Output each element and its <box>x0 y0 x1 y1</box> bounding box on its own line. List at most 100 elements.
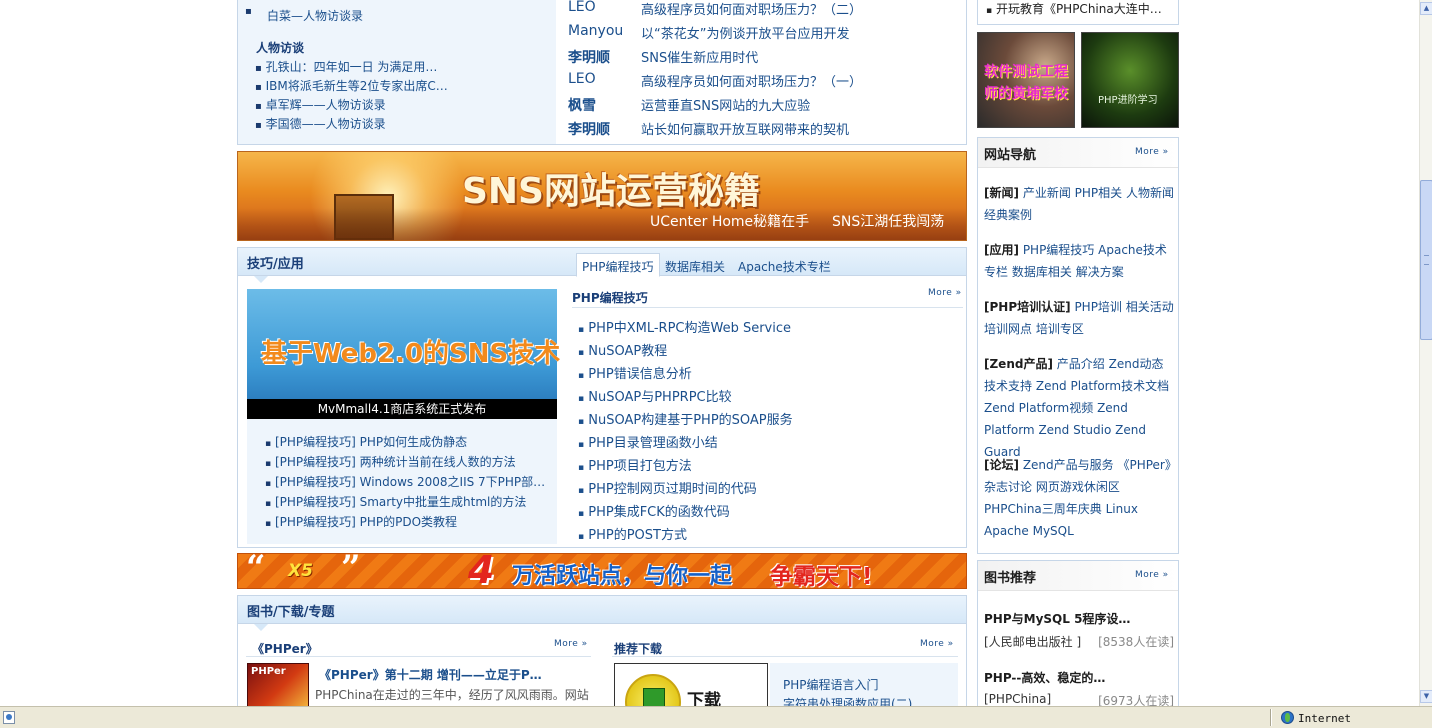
status-divider <box>1270 709 1272 726</box>
banner-sub2: SNS江湖任我闯荡 <box>832 214 945 230</box>
author-articles-box: LEO 高级程序员如何面对职场压力？（二） Manyou 以“茶花女”为例谈开放平台… <box>556 0 967 145</box>
nav-link[interactable]: Zend Studio <box>1038 423 1111 437</box>
tips-header: 技巧/应用 PHP编程技巧 数据库相关 Apache技术专栏 <box>238 248 966 283</box>
tips-left-item[interactable]: ▪ [PHP编程技巧] Windows 2008之IIS 7下PHP部… <box>265 473 545 490</box>
nav-link[interactable]: Apache <box>984 524 1029 538</box>
tips-left-item[interactable]: ▪ [PHP编程技巧] 两种统计当前在线人数的方法 <box>265 453 516 470</box>
book-title: PHP与MySQL 5程序设… <box>984 612 1131 626</box>
feature-image[interactable]: 基于Web2.0的SNS技术 <box>247 289 560 399</box>
book-publisher: [人民邮电出版社 ] <box>984 635 1082 649</box>
nav-link[interactable]: 产业新闻 <box>1023 186 1071 200</box>
tips-right-item[interactable]: ▪ PHP错误信息分析 <box>578 363 692 382</box>
tips-right-item[interactable]: ▪ PHP目录管理函数小结 <box>578 432 718 451</box>
interview-heading: 人物访谈 <box>256 41 305 55</box>
sidebar-top-item[interactable]: ▪ 开玩教育《PHPChina大连中… <box>986 0 1162 17</box>
book-recommend-header: 图书推荐 More » <box>978 561 1178 591</box>
phper-cover[interactable]: PHPer <box>247 663 309 706</box>
banner-title: SNS网站运营秘籍 <box>462 171 760 212</box>
tips-right-item[interactable]: ▪ NuSOAP教程 <box>578 340 667 359</box>
nav-link[interactable]: Zend Platform视频 <box>984 401 1093 415</box>
book-recommend-title: 图书推荐 <box>984 571 1037 586</box>
sidebar-ad-image-1[interactable]: 软件测试工程师的黄埔军校 <box>977 32 1075 128</box>
nav-link[interactable]: 网页游戏休闲区 <box>1036 480 1120 494</box>
tips-left-item[interactable]: ▪ [PHP编程技巧] PHP如何生成伪静态 <box>265 433 467 450</box>
scroll-up-button[interactable]: ▲ <box>1420 2 1432 15</box>
book-recommend-more-link[interactable]: More » <box>1135 570 1169 580</box>
nav-link[interactable]: PHP相关 <box>1075 186 1123 200</box>
phper-title: 《PHPer》 <box>252 642 318 656</box>
site-nav-header: 网站导航 More » <box>978 138 1178 168</box>
nav-link[interactable]: Zend产品与服务 <box>1023 458 1114 472</box>
header-notch <box>254 276 268 283</box>
banner-sub1: UCenter Home秘籍在手 <box>650 214 810 230</box>
tips-right-item[interactable]: ▪ PHP的POST方式 <box>578 524 687 543</box>
nav-link[interactable]: 培训专区 <box>1036 322 1084 336</box>
book-item[interactable]: PHP与MySQL 5程序设… [人民邮电出版社 ] [8538人在读] <box>984 610 1174 649</box>
vertical-scrollbar[interactable]: ▲ ▼ <box>1419 0 1432 706</box>
status-bar: Internet <box>0 706 1432 728</box>
browser-viewport: ▪ 白菜—人物访谈录 人物访谈 ▪ 孔铁山：四年如一日 为满足用… ▪ IBM将派… <box>0 0 1419 706</box>
tips-right-item[interactable]: ▪ NuSOAP构建基于PHP的SOAP服务 <box>578 409 793 428</box>
nav-link[interactable]: PHP编程技巧 <box>1023 243 1095 257</box>
tips-right-item[interactable]: ▪ PHP控制网页过期时间的代码 <box>578 478 757 497</box>
book-readers: [6973人在读] <box>1098 694 1174 706</box>
nav-link[interactable]: MySQL <box>1033 524 1074 538</box>
site-nav-title: 网站导航 <box>984 148 1037 163</box>
scroll-thumb[interactable] <box>1420 180 1432 340</box>
download-promo[interactable]: 下载 <box>614 663 768 706</box>
nav-link[interactable]: 培训网点 <box>984 322 1032 336</box>
sns-banner[interactable]: SNS网站运营秘籍 UCenter Home秘籍在手 SNS江湖任我闯荡 <box>237 151 967 241</box>
quote-close-icon: ” <box>341 553 361 588</box>
nav-link[interactable]: 解决方案 <box>1076 265 1124 279</box>
internet-zone-icon <box>1281 711 1294 724</box>
phper-more-link[interactable]: More » <box>554 639 588 649</box>
tips-right-item[interactable]: ▪ PHP集成FCK的函数代码 <box>578 501 730 520</box>
tips-right-item[interactable]: ▪ PHP项目打包方法 <box>578 455 692 474</box>
download-more-link[interactable]: More » <box>920 639 954 649</box>
nav-link[interactable]: Zend Platform技术文档 <box>1036 379 1169 393</box>
interview-item[interactable]: ▪ 李国德——人物访谈录 <box>255 115 386 132</box>
x5-banner[interactable]: “ X5 ” 4 万活跃站点，与你一起 争霸天下! <box>237 553 967 589</box>
nav-link[interactable]: PHP培训 <box>1074 300 1122 314</box>
nav-group-training: [PHP培训认证] PHP培训 相关活动 培训网点 培训专区 <box>984 296 1174 340</box>
tips-left-item[interactable]: ▪ [PHP编程技巧] Smarty中批量生成html的方法 <box>265 493 526 510</box>
internet-zone-label: Internet <box>1298 712 1351 725</box>
phper-divider <box>246 656 591 657</box>
nav-link[interactable]: 人物新闻 <box>1126 186 1174 200</box>
x5-number: 4 <box>468 553 495 589</box>
download-item[interactable]: PHP编程语言入门 <box>783 676 879 693</box>
tips-right-item[interactable]: ▪ PHP中XML-RPC构造Web Service <box>578 317 791 336</box>
nav-link[interactable]: 产品介绍 <box>1057 357 1105 371</box>
nav-link[interactable]: PHPChina三周年庆典 <box>984 502 1102 516</box>
nav-link[interactable]: 技术支持 <box>984 379 1032 393</box>
nav-link[interactable]: Linux <box>1106 502 1138 516</box>
phper-cover-text: PHPer <box>251 666 286 677</box>
nav-link[interactable]: 数据库相关 <box>1012 265 1072 279</box>
book-publisher: [PHPChina] <box>984 692 1052 706</box>
book-item[interactable]: PHP--高效、稳定的… [PHPChina] [6973人在读] <box>984 669 1174 706</box>
nav-link[interactable]: 相关活动 <box>1126 300 1174 314</box>
site-nav-more-link[interactable]: More » <box>1135 147 1169 157</box>
nav-link[interactable]: Zend动态 <box>1109 357 1164 371</box>
nav-link[interactable]: 经典案例 <box>984 208 1032 222</box>
tips-more-link[interactable]: More » <box>928 288 962 298</box>
tab-database[interactable]: 数据库相关 <box>659 253 731 277</box>
download-title: 推荐下载 <box>614 642 663 656</box>
tab-apache[interactable]: Apache技术专栏 <box>732 253 837 277</box>
feature-caption[interactable]: MvMmall4.1商店系统正式发布 <box>247 399 557 419</box>
download-item[interactable]: 字符串处理函数应用(二) <box>783 695 912 706</box>
interview-item[interactable]: ▪ 卓军辉——人物访谈录 <box>255 96 386 113</box>
interview-item[interactable]: ▪ IBM将派毛新生等2位专家出席C… <box>255 77 448 94</box>
sidebar-ad-image-2[interactable]: PHP进阶学习 <box>1081 32 1179 128</box>
tips-right-item[interactable]: ▪ NuSOAP与PHPRPC比较 <box>578 386 732 405</box>
interview-item[interactable]: ▪ 孔铁山：四年如一日 为满足用… <box>255 58 437 75</box>
book-recommend-box: 图书推荐 More » PHP与MySQL 5程序设… [人民邮电出版社 ] [… <box>977 560 1179 706</box>
book-title: PHP--高效、稳定的… <box>984 671 1106 685</box>
nav-group-label: [PHP培训认证] <box>984 300 1071 314</box>
tips-left-item[interactable]: ▪ [PHP编程技巧] PHP的PDO类教程 <box>265 513 457 530</box>
quote-open-icon: “ <box>246 553 266 588</box>
scroll-down-button[interactable]: ▼ <box>1420 690 1432 703</box>
tab-php-skills[interactable]: PHP编程技巧 <box>576 253 660 277</box>
page-status-icon <box>3 711 15 724</box>
phper-item-title[interactable]: 《PHPer》第十二期 增刊——立足于P… <box>319 666 542 683</box>
